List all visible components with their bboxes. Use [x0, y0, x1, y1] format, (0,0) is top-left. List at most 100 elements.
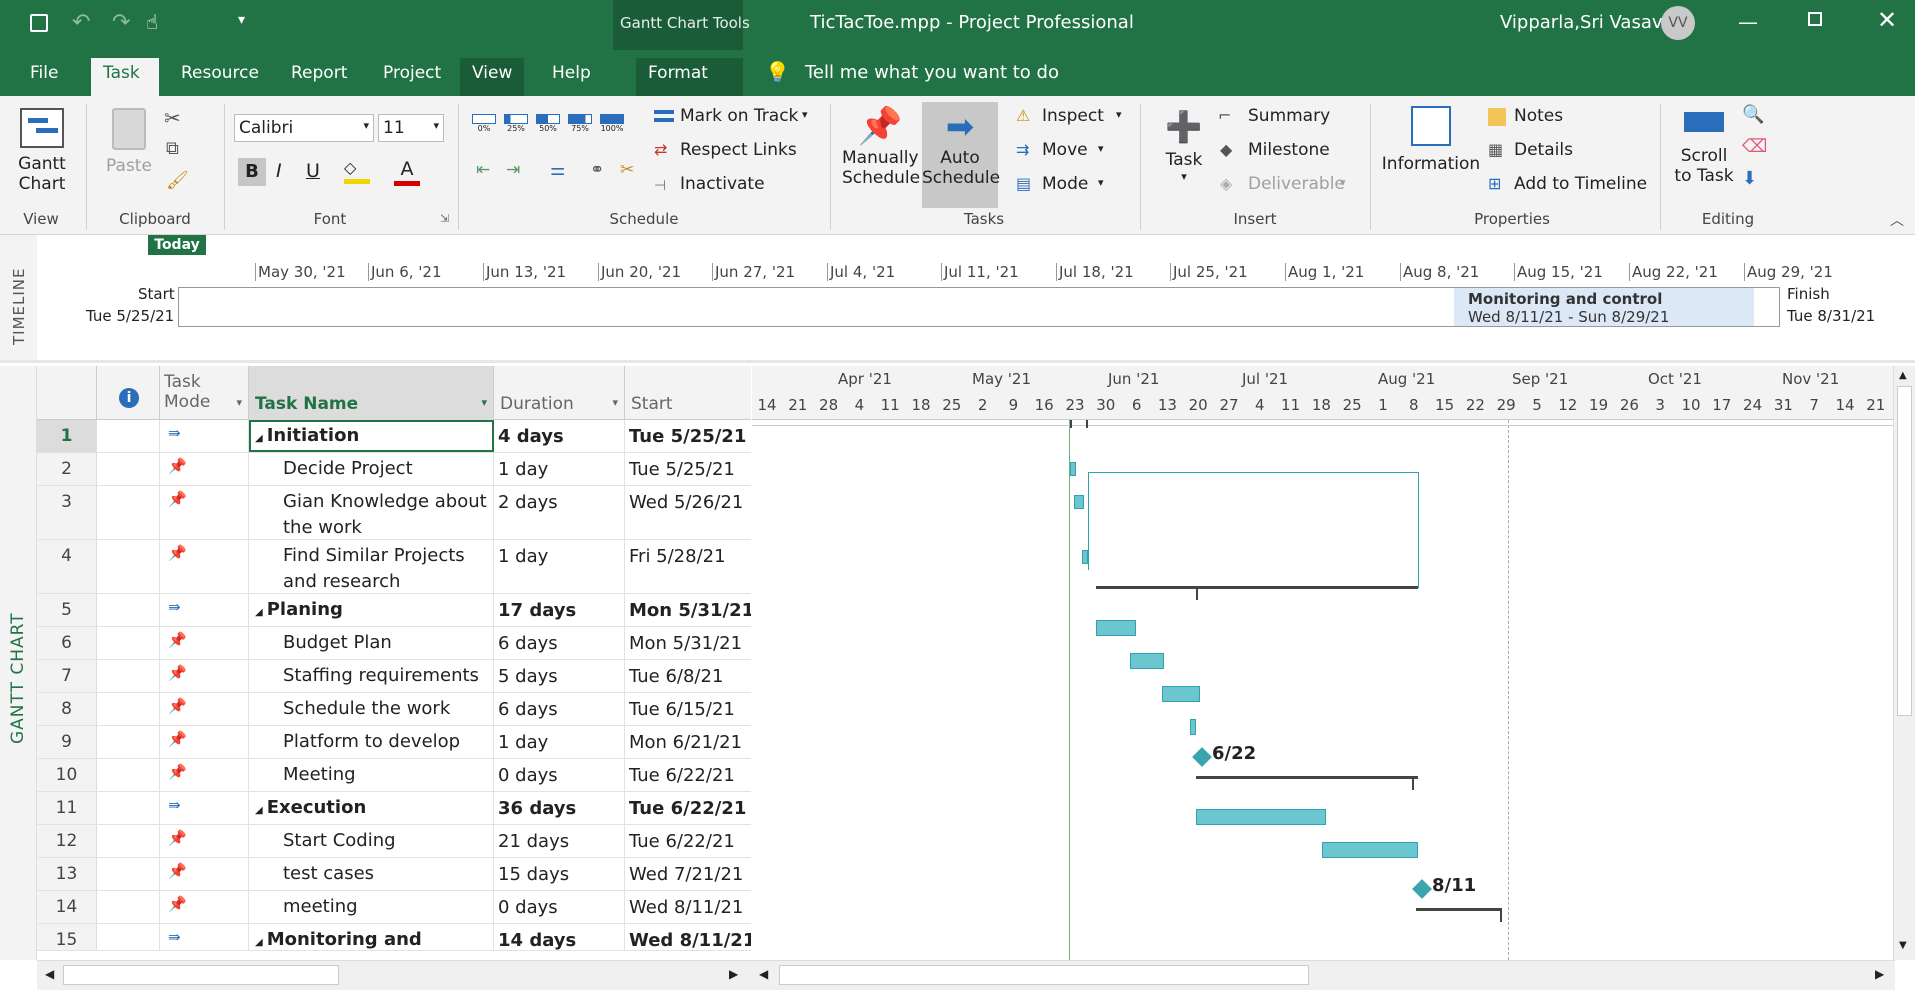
row-number[interactable]: 3 — [37, 486, 97, 539]
task-name-cell[interactable]: Schedule the work — [249, 693, 494, 725]
start-cell[interactable]: Tue 6/8/21 — [625, 660, 751, 692]
info-cell[interactable] — [97, 792, 160, 824]
duration-cell[interactable]: 2 days — [494, 486, 625, 539]
table-row[interactable]: 5 ⇛ ◢ Planing 17 days Mon 5/31/21 — [37, 594, 751, 627]
duration-cell[interactable]: 0 days — [494, 891, 625, 923]
task-bar[interactable] — [1196, 809, 1326, 825]
summary-mark[interactable] — [1412, 776, 1414, 790]
collapse-triangle-icon[interactable]: ◢ — [255, 937, 263, 948]
task-name-cell[interactable]: Budget Plan — [249, 627, 494, 659]
start-cell[interactable]: Fri 5/28/21 — [625, 540, 751, 593]
pct-50-button[interactable]: 50% — [536, 114, 560, 133]
timeline-task-monitoring[interactable]: Monitoring and control Wed 8/11/21 - Sun… — [1454, 288, 1754, 326]
grid-scroll-right-icon[interactable]: ▶ — [729, 967, 738, 981]
start-cell[interactable]: Mon 5/31/21 — [625, 627, 751, 659]
info-cell[interactable] — [97, 453, 160, 485]
avatar[interactable]: VV — [1661, 6, 1695, 40]
format-painter-icon[interactable]: 🖌 — [166, 170, 189, 191]
task-mode-cell[interactable]: ⇛ — [160, 594, 249, 626]
mark-on-track-button[interactable]: Mark on Track ▾ — [654, 106, 814, 132]
duration-cell[interactable]: 4 days — [494, 420, 625, 452]
start-cell[interactable]: Tue 5/25/21 — [625, 420, 751, 452]
info-cell[interactable] — [97, 660, 160, 692]
insert-task-button[interactable]: ➕ Task ▾ — [1156, 106, 1212, 183]
duration-cell[interactable]: 6 days — [494, 693, 625, 725]
row-number[interactable]: 8 — [37, 693, 97, 725]
link-line[interactable] — [1418, 472, 1419, 588]
table-row[interactable]: 7 📌 Staffing requirements 5 days Tue 6/8/21 — [37, 660, 751, 693]
status-line[interactable] — [1508, 420, 1509, 960]
chart-vscroll[interactable]: ▲ ▼ — [1893, 366, 1915, 960]
row-number[interactable]: 13 — [37, 858, 97, 890]
col-header-info[interactable]: i — [97, 366, 160, 420]
font-dialog-launcher-icon[interactable]: ⇲ — [440, 212, 449, 225]
italic-button[interactable]: I — [276, 160, 282, 182]
row-number[interactable]: 11 — [37, 792, 97, 824]
start-cell[interactable]: Wed 5/26/21 — [625, 486, 751, 539]
undo-icon[interactable]: ↶ — [72, 10, 90, 35]
table-row[interactable]: 15 ⇛ ◢Monitoring and control14 daysWed 8/1… — [37, 924, 751, 951]
view-bar[interactable]: GANTT CHART — [0, 366, 37, 960]
summary-button[interactable]: ⌐ Summary — [1218, 106, 1368, 132]
summary-bar-monitoring[interactable] — [1416, 908, 1502, 911]
task-mode-cell[interactable]: ⇛ — [160, 792, 249, 824]
fill-icon[interactable]: ⬇ — [1742, 168, 1757, 189]
start-cell[interactable]: Mon 5/31/21 — [625, 594, 751, 626]
pct-25-button[interactable]: 25% — [504, 114, 528, 133]
info-cell[interactable] — [97, 594, 160, 626]
duration-cell[interactable]: 21 days — [494, 825, 625, 857]
task-bar[interactable] — [1162, 686, 1200, 702]
chart-hscroll-thumb[interactable] — [779, 965, 1309, 985]
info-cell[interactable] — [97, 627, 160, 659]
info-cell[interactable] — [97, 825, 160, 857]
table-row[interactable]: 11 ⇛ ◢ Execution 36 days Tue 6/22/21 — [37, 792, 751, 825]
summary-end[interactable] — [1500, 908, 1502, 922]
row-number[interactable]: 10 — [37, 759, 97, 791]
tab-project[interactable]: Project — [371, 58, 453, 96]
font-color-icon[interactable]: A — [394, 158, 420, 186]
info-cell[interactable] — [97, 693, 160, 725]
tab-view[interactable]: View — [460, 58, 525, 96]
info-cell[interactable] — [97, 540, 160, 593]
task-name-cell[interactable]: Start Coding — [249, 825, 494, 857]
row-number[interactable]: 4 — [37, 540, 97, 593]
pct-100-button[interactable]: 100% — [600, 114, 624, 133]
gantt-chart-button[interactable]: Gantt Chart — [10, 108, 74, 203]
font-size-select[interactable]: 11 ▾ — [378, 114, 444, 142]
task-name-cell[interactable]: test cases developmen — [249, 858, 494, 890]
task-name-cell[interactable]: Decide Project — [249, 453, 494, 485]
tab-format[interactable]: Format — [636, 58, 743, 96]
task-mode-cell[interactable]: 📌 — [160, 759, 249, 791]
start-cell[interactable]: Tue 6/22/21 — [625, 825, 751, 857]
save-icon[interactable] — [30, 14, 48, 32]
grid-hscroll-thumb[interactable] — [63, 965, 339, 985]
info-cell[interactable] — [97, 924, 160, 950]
milestone-button[interactable]: ◆ Milestone — [1218, 140, 1368, 166]
row-number[interactable]: 9 — [37, 726, 97, 758]
today-line[interactable] — [1069, 420, 1070, 960]
task-name-cell[interactable]: ◢ Execution — [249, 792, 494, 824]
row-number[interactable]: 15 — [37, 924, 97, 950]
summary-bar-execution[interactable] — [1196, 776, 1418, 779]
task-bar[interactable] — [1070, 462, 1076, 476]
link-icon[interactable]: ⚭ — [590, 160, 604, 180]
task-bar[interactable] — [1074, 495, 1084, 509]
tab-task[interactable]: Task — [91, 58, 159, 96]
collapse-triangle-icon[interactable]: ◢ — [255, 433, 263, 444]
summary-mark[interactable] — [1196, 586, 1198, 600]
table-row[interactable]: 12 📌 Start Coding 21 days Tue 6/22/21 — [37, 825, 751, 858]
info-cell[interactable] — [97, 858, 160, 890]
info-cell[interactable] — [97, 759, 160, 791]
task-mode-cell[interactable]: 📌 — [160, 891, 249, 923]
row-number[interactable]: 7 — [37, 660, 97, 692]
manually-schedule-button[interactable]: 📌 Manually Schedule — [842, 106, 920, 188]
highlight-icon[interactable]: ◇ — [344, 158, 370, 184]
indent-icon[interactable]: ⇥ — [506, 160, 520, 180]
tell-me-input[interactable]: Tell me what you want to do — [805, 62, 1059, 83]
table-row[interactable]: 14 📌 meeting 0 days Wed 8/11/21 — [37, 891, 751, 924]
add-to-timeline-button[interactable]: ⊞ Add to Timeline — [1488, 174, 1648, 200]
task-mode-cell[interactable]: ⇛ — [160, 420, 249, 452]
vscroll-thumb[interactable] — [1897, 386, 1912, 716]
start-cell[interactable]: Tue 6/22/21 — [625, 759, 751, 791]
duration-cell[interactable]: 0 days — [494, 759, 625, 791]
